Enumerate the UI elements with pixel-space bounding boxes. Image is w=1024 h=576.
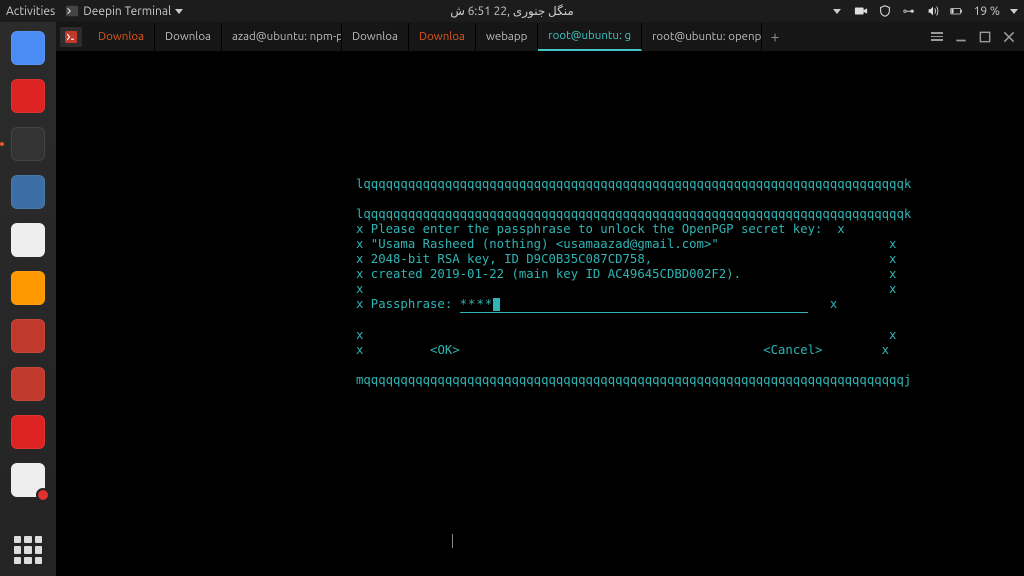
dock-meld1[interactable] (8, 316, 48, 356)
dock-notes[interactable] (8, 460, 48, 500)
dialog-line-identity: x "Usama Rasheed (nothing) <usamaazad@gm… (356, 237, 896, 251)
vpn-icon[interactable] (878, 4, 892, 18)
passphrase-input[interactable]: **** (460, 297, 808, 313)
dialog-line-prompt: x Please enter the passphrase to unlock … (356, 222, 845, 236)
dialog-row-tail2: x (822, 343, 889, 358)
tab-6[interactable]: root@ubuntu: g (538, 23, 642, 51)
dialog-pre-border: lqqqqqqqqqqqqqqqqqqqqqqqqqqqqqqqqqqqqqqq… (356, 177, 911, 192)
app-menu[interactable]: Deepin Terminal (65, 4, 183, 18)
tab-1[interactable]: Downloa (155, 23, 222, 51)
dock-rhythmbox[interactable] (8, 220, 48, 260)
dialog-line-created: x created 2019-01-22 (main key ID AC4964… (356, 267, 896, 281)
app-menu-label: Deepin Terminal (83, 5, 171, 18)
dropdown-icon[interactable] (830, 4, 844, 18)
passphrase-masked-value: **** (460, 297, 494, 311)
tab-2[interactable]: azad@ubuntu: npm-pro (222, 23, 342, 51)
dialog-bottom-border: mqqqqqqqqqqqqqqqqqqqqqqqqqqqqqqqqqqqqqqq… (356, 373, 911, 387)
clock[interactable]: منگل جنوری ,22 6:51 ش (450, 4, 574, 18)
ok-button[interactable]: <OK> (430, 343, 460, 358)
maximize-button[interactable] (978, 30, 992, 44)
dock (0, 22, 56, 576)
dock-files[interactable] (8, 172, 48, 212)
dock-opera[interactable] (8, 76, 48, 116)
dock-recorder[interactable] (8, 412, 48, 452)
system-menu-chevron-icon[interactable] (1010, 9, 1018, 14)
new-tab-button[interactable]: + (762, 28, 788, 46)
tab-5[interactable]: webapp (476, 23, 538, 51)
pinentry-dialog: lqqqqqqqqqqqqqqqqqqqqqqqqqqqqqqqqqqqqqqq… (356, 192, 911, 403)
dock-chromium[interactable] (8, 28, 48, 68)
cancel-button[interactable]: <Cancel> (763, 343, 822, 358)
close-button[interactable] (1002, 30, 1016, 44)
text-cursor-icon (452, 534, 453, 548)
show-applications-button[interactable] (14, 536, 42, 564)
cursor-icon (493, 298, 500, 311)
terminal-body[interactable]: lqqqqqqqqqqqqqqqqqqqqqqqqqqqqqqqqqqqqqqq… (56, 52, 1024, 576)
activities-button[interactable]: Activities (6, 5, 55, 18)
passphrase-label: x Passphrase: (356, 297, 460, 313)
menu-button[interactable] (930, 30, 944, 44)
dock-badge-icon (36, 488, 50, 502)
terminal-window: DownloaDownloaazad@ubuntu: npm-proDownlo… (56, 22, 1024, 576)
dock-meld2[interactable] (8, 364, 48, 404)
dialog-row-tail: x (808, 297, 838, 313)
battery-percent: 19 % (974, 5, 1000, 18)
tab-4[interactable]: Downloa (409, 23, 476, 51)
tab-bar: DownloaDownloaazad@ubuntu: npm-proDownlo… (56, 22, 1024, 52)
key-icon[interactable]: ⊶ (902, 4, 916, 18)
dialog-blank2: x x (356, 328, 896, 342)
minimize-button[interactable] (954, 30, 968, 44)
dialog-top-border: lqqqqqqqqqqqqqqqqqqqqqqqqqqqqqqqqqqqqqqq… (356, 207, 911, 221)
battery-icon[interactable] (950, 4, 964, 18)
tab-7[interactable]: root@ubuntu: openpgp-rev (642, 23, 762, 51)
terminal-tab-icon[interactable] (60, 27, 82, 47)
tab-0[interactable]: Downloa (88, 23, 155, 51)
dialog-row-lead: x (356, 343, 430, 358)
dock-sublime[interactable] (8, 268, 48, 308)
chevron-down-icon (175, 9, 183, 14)
terminal-icon (65, 4, 79, 18)
volume-icon[interactable] (926, 4, 940, 18)
dialog-blank: x x (356, 282, 896, 296)
gnome-topbar: Activities Deepin Terminal منگل جنوری ,2… (0, 0, 1024, 22)
dialog-row-mid (460, 343, 764, 358)
camera-icon[interactable] (854, 4, 868, 18)
dock-terminal[interactable] (8, 124, 48, 164)
tab-3[interactable]: Downloa (342, 23, 409, 51)
dialog-line-keyinfo: x 2048-bit RSA key, ID D9C0B35C087CD758,… (356, 252, 896, 266)
